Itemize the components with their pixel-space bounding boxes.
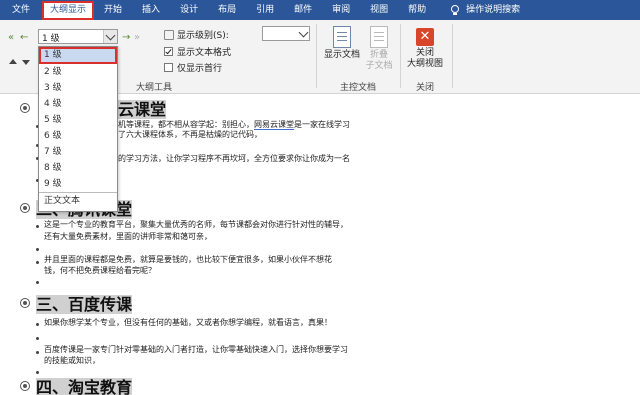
tab-home[interactable]: 开始 [94, 0, 132, 20]
bullet-icon [36, 281, 39, 284]
heading-3[interactable]: 三、百度传课 [36, 291, 133, 315]
tab-design[interactable]: 设计 [170, 0, 208, 20]
move-down-icon[interactable] [22, 60, 30, 65]
expand-collapse-icon[interactable] [20, 298, 30, 308]
bullet-icon [36, 337, 39, 340]
tab-outline[interactable]: 大纲显示 [42, 1, 95, 20]
level-option-3[interactable]: 3 级 [39, 80, 117, 96]
body-text-line[interactable]: 百度传课是一家专门针对零基础的入门者打造，让你零基础快速入门，选择你想要学习 [44, 345, 348, 355]
close-label-2: 大纲视图 [406, 59, 443, 69]
bullet-icon [36, 261, 39, 264]
bullet-icon [36, 248, 39, 251]
level-option-2[interactable]: 2 级 [39, 64, 117, 80]
chevron-down-icon [298, 27, 309, 38]
level-option-5[interactable]: 5 级 [39, 112, 117, 128]
promote-icon[interactable]: ← [20, 33, 28, 43]
show-level-label: 显示级别(S): [177, 31, 229, 41]
outline-tools-group-label: 大纲工具 [136, 83, 173, 93]
tab-mailings[interactable]: 邮件 [284, 0, 322, 20]
body-text-line[interactable]: 并且里面的课程都是免费，就算是要钱的，也比较下便宜很多，如果小伙伴不想花 [44, 255, 332, 265]
close-icon: ✕ [416, 28, 434, 46]
show-text-format-row[interactable]: 显示文本格式 [164, 45, 231, 58]
show-level-icon [164, 29, 174, 40]
group-divider [400, 24, 401, 88]
outline-level-value: 1 级 [42, 34, 60, 44]
body-text-line[interactable]: 机等课程，都不相从容学起：别担心，网易云课堂是一家在线学习 [118, 120, 350, 130]
show-first-line-row[interactable]: 仅显示首行 [164, 61, 222, 74]
heading-4[interactable]: 四、淘宝教育 [36, 374, 133, 395]
lightbulb-icon[interactable] [450, 5, 460, 15]
tab-file[interactable]: 文件 [0, 0, 42, 20]
demote-icon[interactable]: → [122, 33, 130, 43]
body-text-line[interactable]: 这是一个专业的教育平台，聚集大量优秀的名师，每节课都会对你进行针对性的辅导， [44, 220, 348, 230]
level-option-8[interactable]: 8 级 [39, 160, 117, 176]
chevron-down-icon [105, 30, 116, 41]
body-text-line[interactable]: 如果你想学某个专业，但没有任何的基础，又或者你想学编程，就看语言，真果！ [44, 318, 332, 328]
tell-me-search[interactable]: 操作说明搜索 [464, 0, 530, 20]
show-level-row: 显示级别(S): [164, 28, 229, 41]
demote-to-body-icon: » [134, 32, 141, 43]
close-outline-view-button[interactable]: ✕ 关闭 大纲视图 [404, 26, 446, 70]
tab-review[interactable]: 审阅 [322, 0, 360, 20]
close-group-label: 关闭 [416, 83, 435, 93]
subdocument-icon [370, 26, 388, 48]
expand-collapse-icon[interactable] [20, 103, 30, 113]
document-icon [333, 26, 351, 48]
show-document-button[interactable]: 显示文档 [322, 26, 362, 61]
group-divider [316, 24, 317, 88]
master-doc-group-label: 主控文档 [340, 83, 377, 93]
show-document-label: 显示文档 [323, 50, 360, 60]
outline-level-dropdown: 1 级 2 级 3 级 4 级 5 级 6 级 7 级 8 级 9 级 正文文本 [38, 46, 118, 212]
tab-layout[interactable]: 布局 [208, 0, 246, 20]
body-text-line[interactable]: 了六大课程体系，不再是枯燥的记代码， [118, 130, 262, 140]
level-option-9[interactable]: 9 级 [39, 176, 117, 192]
bullet-icon [36, 323, 39, 326]
promote-to-heading1-icon[interactable]: « [8, 33, 14, 43]
bullet-icon [36, 225, 39, 228]
move-up-icon[interactable] [9, 59, 17, 64]
close-label-1: 关闭 [415, 48, 434, 58]
bullet-icon [36, 351, 39, 354]
collapse-subdocs-button: 折叠 子文档 [364, 26, 394, 72]
show-first-line-label: 仅显示首行 [177, 64, 223, 74]
show-level-select[interactable] [262, 26, 310, 41]
tab-view[interactable]: 视图 [360, 0, 398, 20]
level-option-1[interactable]: 1 级 [39, 47, 117, 64]
body-text-line[interactable]: 还有大量免费素材，里面的讲师非常和蔼可亲， [44, 232, 212, 242]
outline-level-select[interactable]: 1 级 [38, 29, 118, 44]
tab-insert[interactable]: 插入 [132, 0, 170, 20]
group-divider [452, 24, 453, 88]
outline-level-dropdown-button[interactable] [103, 30, 117, 43]
level-option-7[interactable]: 7 级 [39, 144, 117, 160]
body-text-line[interactable]: 的技能或知识， [44, 356, 100, 366]
tab-help[interactable]: 帮助 [398, 0, 436, 20]
show-text-format-label: 显示文本格式 [177, 48, 232, 58]
expand-collapse-icon[interactable] [20, 381, 30, 391]
level-option-body-text[interactable]: 正文文本 [39, 192, 117, 208]
body-text-line[interactable]: 的学习方法，让你学习程序不再坎坷，全方位要求你让你成为一名 [118, 154, 350, 164]
level-option-4[interactable]: 4 级 [39, 96, 117, 112]
tab-references[interactable]: 引用 [246, 0, 284, 20]
show-text-format-checkbox[interactable] [164, 47, 173, 56]
body-text-line[interactable]: 钱，何不把免费课程给看完呢？ [44, 266, 156, 276]
collapse-subdocs-label-2: 子文档 [365, 61, 393, 71]
ribbon-tab-bar: 文件 大纲显示 开始 插入 设计 布局 引用 邮件 审阅 视图 帮助 操作说明搜… [0, 0, 640, 20]
collapse-subdocs-label-1: 折叠 [369, 50, 388, 60]
show-first-line-checkbox[interactable] [164, 63, 173, 72]
expand-collapse-icon[interactable] [20, 203, 30, 213]
heading-1[interactable]: 云课堂 [118, 96, 167, 120]
level-option-6[interactable]: 6 级 [39, 128, 117, 144]
